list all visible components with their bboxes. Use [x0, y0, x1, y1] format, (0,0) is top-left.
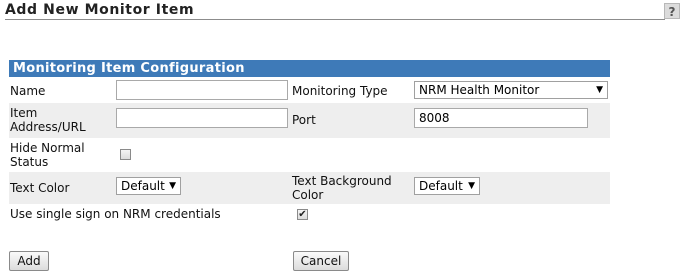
text-color-label: Text Color: [10, 181, 70, 195]
section-header: Monitoring Item Configuration: [9, 60, 610, 77]
item-address-input[interactable]: [116, 108, 288, 128]
page-title: Add New Monitor Item: [5, 2, 195, 18]
single-sign-on-label: Use single sign on NRM credentials: [10, 207, 221, 221]
row-name: Name Monitoring Type NRM Health Monitor …: [9, 77, 610, 103]
hide-normal-status-label: Hide Normal Status: [10, 141, 85, 169]
monitoring-item-configuration-section: Monitoring Item Configuration Name Monit…: [9, 60, 610, 226]
chevron-down-icon: ▼: [596, 85, 603, 95]
row-item-address: Item Address/URL Port: [9, 103, 610, 138]
text-color-value: Default: [121, 179, 165, 193]
cancel-button[interactable]: Cancel: [293, 251, 349, 271]
port-label: Port: [292, 113, 316, 127]
row-hide-normal-status: Hide Normal Status: [9, 138, 610, 172]
monitoring-type-label: Monitoring Type: [292, 84, 388, 98]
chevron-down-icon: ▼: [169, 181, 176, 191]
single-sign-on-checkbox[interactable]: ✔: [297, 209, 308, 220]
title-divider: [5, 19, 665, 20]
monitoring-type-value: NRM Health Monitor: [419, 83, 540, 97]
hide-normal-status-checkbox[interactable]: [120, 149, 131, 160]
name-input[interactable]: [116, 80, 288, 100]
name-label: Name: [10, 84, 46, 98]
item-address-label: Item Address/URL: [10, 106, 86, 134]
port-input[interactable]: [414, 108, 588, 128]
add-button[interactable]: Add: [9, 251, 49, 271]
monitoring-type-select[interactable]: NRM Health Monitor ▼: [414, 81, 608, 99]
row-single-sign-on: Use single sign on NRM credentials ✔: [9, 204, 610, 226]
row-text-color: Text Color Default ▼ Text Background Col…: [9, 172, 610, 204]
help-button[interactable]: ?: [664, 3, 680, 19]
page-header: Add New Monitor Item ?: [5, 2, 684, 20]
text-color-select[interactable]: Default ▼: [116, 177, 181, 195]
text-background-color-select[interactable]: Default ▼: [414, 177, 480, 195]
text-background-color-value: Default: [419, 179, 463, 193]
check-icon: ✔: [298, 209, 307, 220]
chevron-down-icon: ▼: [468, 181, 475, 191]
text-background-color-label: Text Background Color: [292, 174, 392, 202]
